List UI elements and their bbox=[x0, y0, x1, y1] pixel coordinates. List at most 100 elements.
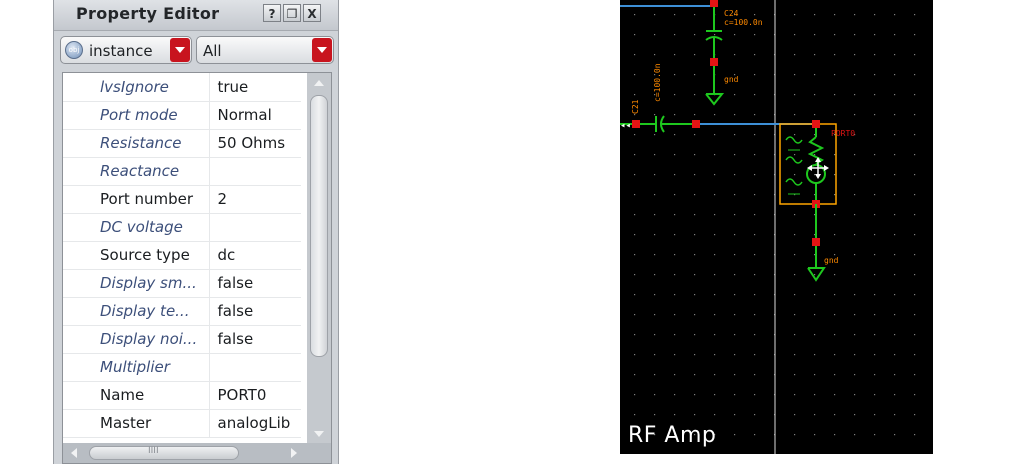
grid-dot bbox=[814, 434, 816, 436]
help-button[interactable]: ? bbox=[263, 4, 281, 22]
grid-dot bbox=[654, 294, 656, 296]
property-value[interactable]: false bbox=[209, 325, 301, 354]
grid-dot bbox=[694, 314, 696, 316]
grid-dot bbox=[734, 314, 736, 316]
grid-dot bbox=[914, 34, 916, 36]
grid-dot bbox=[634, 54, 636, 56]
grid-dot bbox=[654, 314, 656, 316]
grid-dot bbox=[794, 434, 796, 436]
scroll-up-icon[interactable] bbox=[310, 77, 328, 91]
grid-dot bbox=[714, 394, 716, 396]
property-row[interactable]: DC voltage bbox=[63, 213, 301, 242]
grid-dot bbox=[874, 354, 876, 356]
property-filter-value: All bbox=[203, 42, 222, 60]
grid-dot bbox=[694, 414, 696, 416]
property-name: Source type bbox=[63, 241, 210, 270]
grid-dot bbox=[634, 274, 636, 276]
grid-dot bbox=[674, 414, 676, 416]
grid-dot bbox=[814, 274, 816, 276]
grid-dot bbox=[714, 174, 716, 176]
grid-dot bbox=[874, 214, 876, 216]
chevron-down-icon[interactable] bbox=[312, 38, 332, 62]
grid-dot bbox=[654, 414, 656, 416]
property-value[interactable]: false bbox=[209, 297, 301, 326]
property-row[interactable]: Port mode Normal bbox=[63, 101, 301, 130]
grid-dot bbox=[754, 94, 756, 96]
grid-dot bbox=[654, 254, 656, 256]
grid-dot bbox=[754, 54, 756, 56]
chevron-down-icon[interactable] bbox=[170, 38, 190, 62]
grid-dot bbox=[714, 194, 716, 196]
grid-dot bbox=[654, 194, 656, 196]
vertical-scrollbar[interactable] bbox=[307, 73, 331, 445]
grid-dot bbox=[634, 234, 636, 236]
grid-dot bbox=[834, 194, 836, 196]
grid-dot bbox=[834, 234, 836, 236]
vertical-scroll-thumb[interactable] bbox=[310, 95, 328, 357]
grid-dot bbox=[914, 174, 916, 176]
property-row[interactable]: Source type dc bbox=[63, 241, 301, 270]
schematic-canvas[interactable]: C24 c=100.0n gnd ◂◂ C21 c=100.0n PORT0 g… bbox=[620, 0, 933, 454]
grid-dot bbox=[854, 294, 856, 296]
property-value[interactable]: PORT0 bbox=[209, 381, 301, 410]
grid-dot bbox=[714, 134, 716, 136]
grid-dot bbox=[754, 374, 756, 376]
property-value[interactable]: analogLib bbox=[209, 409, 301, 438]
grid-dot bbox=[834, 174, 836, 176]
grid-dot bbox=[874, 154, 876, 156]
grid-dot bbox=[754, 294, 756, 296]
property-row[interactable]: Display te... false bbox=[63, 297, 301, 326]
property-row[interactable]: Resistance 50 Ohms bbox=[63, 129, 301, 158]
grid-dot bbox=[814, 314, 816, 316]
grid-dot bbox=[754, 394, 756, 396]
grid-dot bbox=[694, 94, 696, 96]
property-value[interactable] bbox=[209, 353, 301, 382]
property-value[interactable]: false bbox=[209, 269, 301, 298]
grid-dot bbox=[814, 94, 816, 96]
grid-dot bbox=[894, 414, 896, 416]
grid-dot bbox=[634, 354, 636, 356]
property-value[interactable]: true bbox=[209, 73, 301, 102]
property-name: Display noi... bbox=[63, 325, 210, 354]
scroll-down-icon[interactable] bbox=[310, 427, 328, 441]
object-type-select[interactable]: obj instance bbox=[60, 36, 192, 64]
grid-dot bbox=[694, 114, 696, 116]
grid-dot bbox=[634, 174, 636, 176]
horizontal-scrollbar[interactable]: IIII bbox=[63, 443, 331, 463]
property-value[interactable]: 2 bbox=[209, 185, 301, 214]
property-value[interactable]: Normal bbox=[209, 101, 301, 130]
property-row[interactable]: Reactance bbox=[63, 157, 301, 186]
property-row[interactable]: Display sm... false bbox=[63, 269, 301, 298]
grid-dot bbox=[674, 194, 676, 196]
grid-dot bbox=[634, 294, 636, 296]
grid-dot bbox=[734, 134, 736, 136]
grid-dot bbox=[894, 194, 896, 196]
grid-dot bbox=[634, 194, 636, 196]
c24-gnd-label: gnd bbox=[724, 75, 739, 84]
property-value[interactable] bbox=[209, 213, 301, 242]
horizontal-scroll-thumb[interactable]: IIII bbox=[89, 446, 239, 460]
property-row[interactable]: lvsIgnore true bbox=[63, 73, 301, 102]
grid-dot bbox=[754, 434, 756, 436]
property-editor-panel: Property Editor ? ❐ X obj instance All l… bbox=[53, 0, 339, 464]
property-row[interactable]: Display noi... false bbox=[63, 325, 301, 354]
grid-dot bbox=[734, 154, 736, 156]
grid-dot bbox=[914, 334, 916, 336]
property-filter-select[interactable]: All bbox=[196, 36, 334, 64]
property-row[interactable]: Master analogLib bbox=[63, 409, 301, 438]
property-row[interactable]: Multiplier bbox=[63, 353, 301, 382]
grid-dot bbox=[654, 354, 656, 356]
close-button[interactable]: X bbox=[303, 4, 321, 22]
grid-dot bbox=[794, 114, 796, 116]
property-value[interactable]: 50 Ohms bbox=[209, 129, 301, 158]
grid-dot bbox=[834, 54, 836, 56]
property-row[interactable]: Name PORT0 bbox=[63, 381, 301, 410]
grid-dot bbox=[914, 274, 916, 276]
property-value[interactable] bbox=[209, 157, 301, 186]
grid-dot bbox=[914, 154, 916, 156]
property-row[interactable]: Port number 2 bbox=[63, 185, 301, 214]
grid-dot bbox=[714, 414, 716, 416]
property-value[interactable]: dc bbox=[209, 241, 301, 270]
float-window-button[interactable]: ❐ bbox=[283, 4, 301, 22]
grid-dot bbox=[854, 114, 856, 116]
